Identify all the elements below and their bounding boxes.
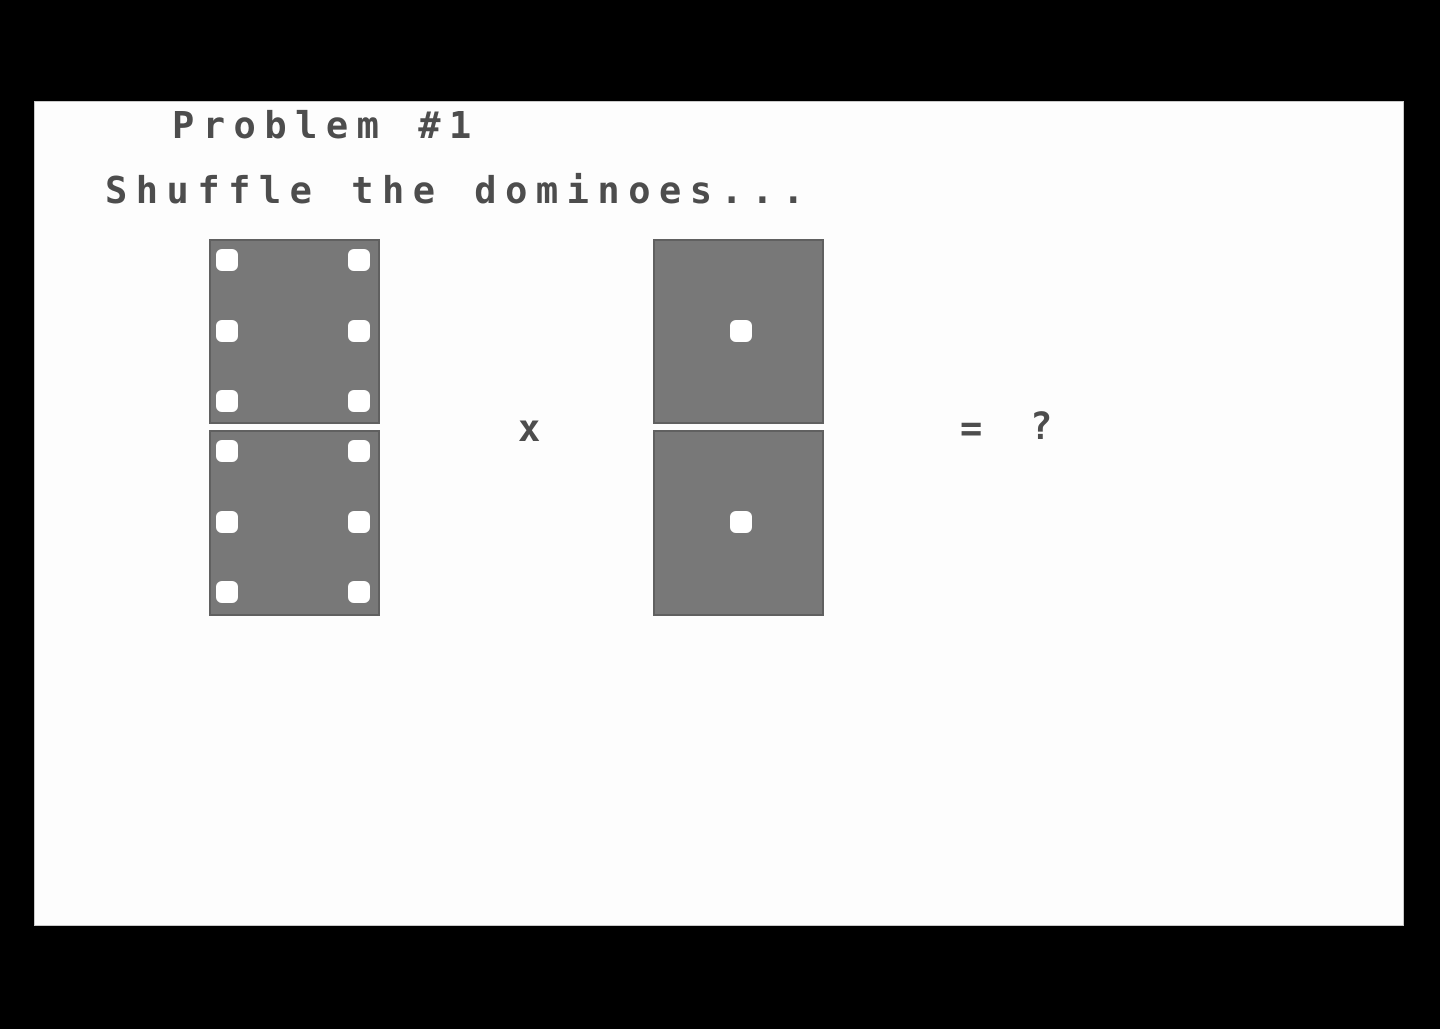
pip (216, 249, 238, 271)
pip (348, 390, 370, 412)
left-domino-bottom-face (209, 430, 380, 616)
pip (216, 390, 238, 412)
result-placeholder[interactable]: ? (1030, 408, 1052, 445)
pip (348, 249, 370, 271)
equation-row: x = ? (35, 102, 1403, 925)
pip (729, 320, 752, 342)
pip (348, 581, 370, 603)
program-screen: Problem #1 Shuffle the dominoes... x = ? (35, 102, 1403, 925)
multiply-operator: x (518, 407, 541, 450)
right-domino-top-face (653, 239, 824, 424)
left-domino-top-face (209, 239, 380, 424)
pip (729, 511, 752, 533)
equals-operator: = (960, 407, 983, 450)
pip (348, 320, 370, 342)
right-domino-bottom-face (653, 430, 824, 616)
pip (216, 511, 238, 533)
pip (348, 440, 370, 462)
pip (216, 581, 238, 603)
pip (216, 440, 238, 462)
pip (348, 511, 370, 533)
crt-bezel: Problem #1 Shuffle the dominoes... x = ? (0, 0, 1440, 1029)
pip (216, 320, 238, 342)
right-domino[interactable] (653, 239, 824, 616)
left-domino[interactable] (209, 239, 380, 616)
